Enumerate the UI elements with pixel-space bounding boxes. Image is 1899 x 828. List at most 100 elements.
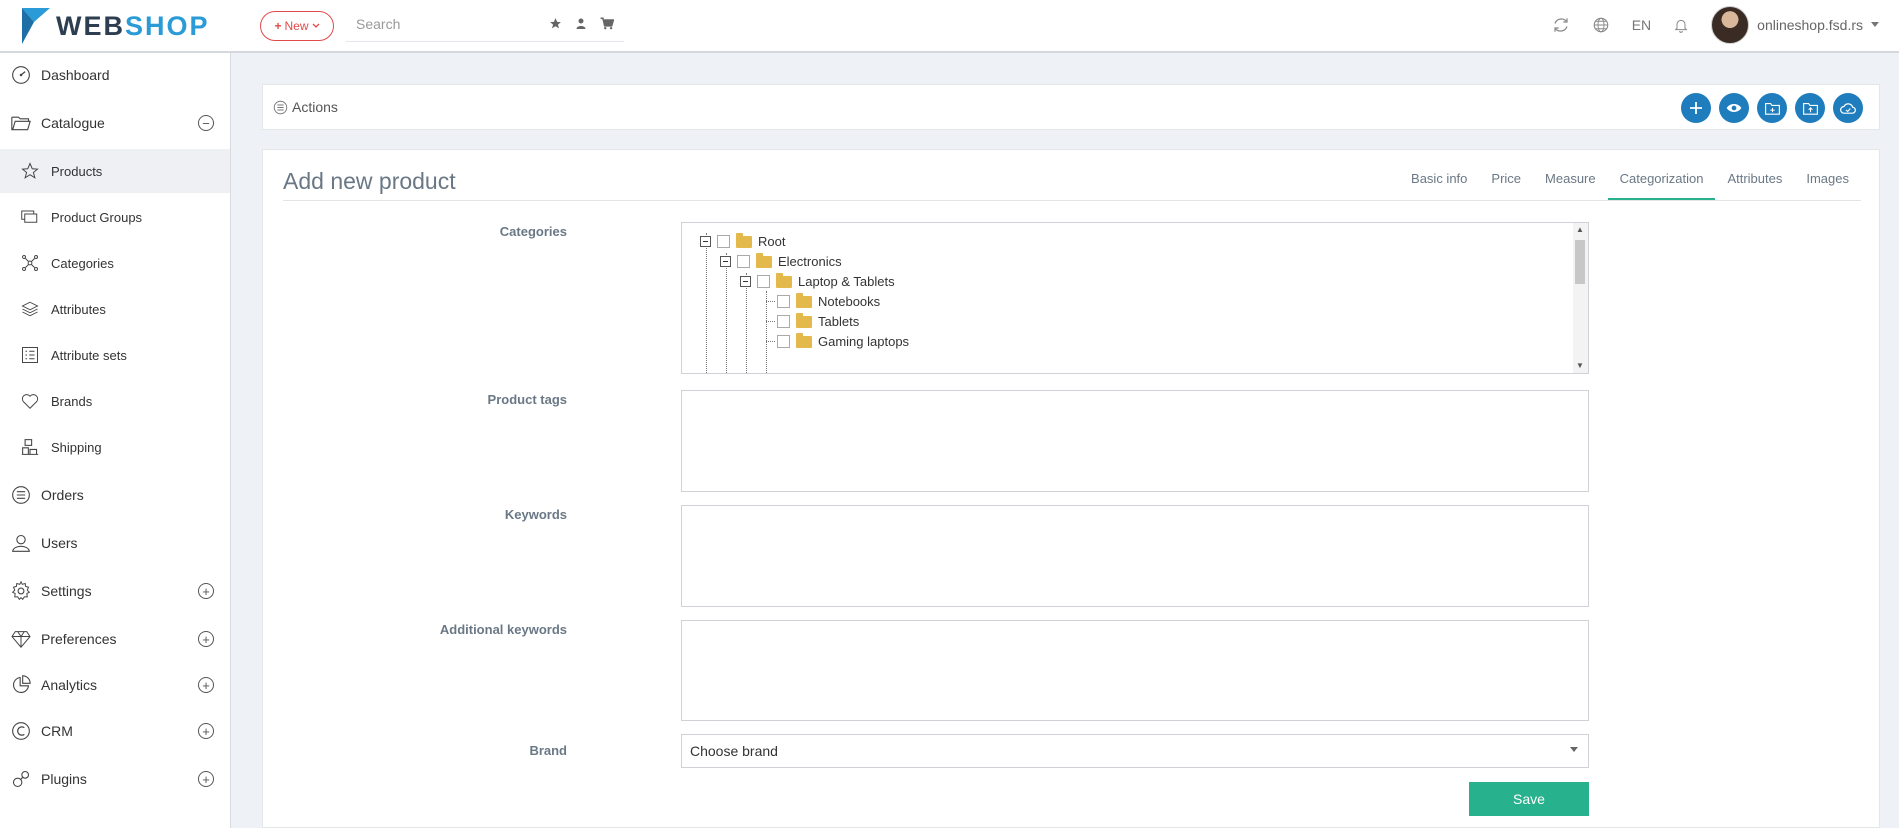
- tree-connector: [766, 321, 775, 322]
- sidebar-item-label: Product Groups: [51, 209, 143, 225]
- category-checkbox[interactable]: [777, 334, 790, 348]
- sidebar-item-brands[interactable]: Brands: [0, 379, 230, 423]
- sidebar-item-label: Dashboard: [41, 67, 110, 83]
- category-checkbox[interactable]: [777, 314, 790, 328]
- scroll-up-icon[interactable]: ▲: [1576, 225, 1584, 234]
- collapse-icon[interactable]: [740, 275, 751, 287]
- crm-icon: [10, 720, 32, 742]
- folder-upload-button[interactable]: [1795, 93, 1825, 123]
- sidebar-item-label: Categories: [51, 255, 114, 271]
- sidebar-item-label: Orders: [41, 487, 84, 503]
- categories-label: Categories: [499, 224, 567, 239]
- diamond-icon: [10, 628, 32, 650]
- menu-circle-icon: [273, 100, 288, 114]
- folder-button[interactable]: [1757, 93, 1787, 123]
- sidebar-item-preferences[interactable]: Preferences +: [0, 617, 230, 661]
- tree-connector: [766, 291, 767, 373]
- sidebar-item-products[interactable]: Products: [0, 149, 230, 193]
- collapse-toggle[interactable]: −: [198, 115, 214, 131]
- actions-menu[interactable]: Actions: [273, 99, 338, 115]
- heart-icon: [19, 390, 41, 412]
- sidebar-item-catalogue[interactable]: Catalogue −: [0, 101, 230, 145]
- sidebar-item-crm[interactable]: CRM +: [0, 709, 230, 753]
- folder-icon: [756, 253, 772, 268]
- star-icon[interactable]: [549, 17, 562, 30]
- sidebar-item-label: Analytics: [41, 677, 98, 693]
- category-checkbox[interactable]: [717, 234, 730, 248]
- save-button[interactable]: Save: [1469, 782, 1589, 816]
- keywords-input[interactable]: [681, 505, 1589, 607]
- sidebar-item-product-groups[interactable]: Product Groups: [0, 195, 230, 239]
- brand-label: Brand: [529, 743, 567, 758]
- top-bar: WEBSHOP + New EN onlineshop.fsd.rs: [0, 0, 1899, 53]
- sidebar-item-label: Attribute sets: [51, 347, 127, 363]
- tab-bar: Basic info Price Measure Categorization …: [1399, 164, 1861, 201]
- tree-node-root[interactable]: Root: [700, 231, 785, 251]
- cloud-save-button[interactable]: [1833, 93, 1863, 123]
- collapse-icon[interactable]: [700, 235, 711, 247]
- tab-categorization[interactable]: Categorization: [1607, 164, 1716, 201]
- scroll-down-icon[interactable]: ▼: [1576, 361, 1584, 370]
- sidebar-item-orders[interactable]: Orders: [0, 473, 230, 517]
- logo-mark-icon: [22, 8, 50, 44]
- layers-icon: [19, 298, 41, 320]
- new-button[interactable]: + New: [260, 11, 334, 41]
- brand-select[interactable]: Choose brand: [681, 734, 1589, 768]
- collapse-icon[interactable]: [720, 255, 731, 267]
- tree-scrollbar[interactable]: ▲ ▼: [1573, 223, 1588, 373]
- tab-price[interactable]: Price: [1479, 164, 1533, 201]
- category-checkbox[interactable]: [737, 254, 750, 268]
- sidebar-item-settings[interactable]: Settings +: [0, 569, 230, 613]
- language-switch[interactable]: EN: [1632, 17, 1651, 33]
- scroll-thumb[interactable]: [1575, 240, 1585, 284]
- add-button[interactable]: [1681, 93, 1711, 123]
- keywords-label: Keywords: [504, 507, 567, 522]
- tree-connector: [706, 233, 707, 373]
- tab-images[interactable]: Images: [1794, 164, 1861, 201]
- tree-node-electronics[interactable]: Electronics: [720, 251, 842, 271]
- product-tags-label: Product tags: [487, 392, 567, 407]
- additional-keywords-input[interactable]: [681, 620, 1589, 721]
- expand-toggle[interactable]: +: [198, 583, 214, 599]
- sidebar-item-categories[interactable]: Categories: [0, 241, 230, 285]
- category-checkbox[interactable]: [777, 294, 790, 308]
- sidebar-item-plugins[interactable]: Plugins +: [0, 757, 230, 801]
- sidebar-item-users[interactable]: Users: [0, 521, 230, 565]
- user-icon[interactable]: [575, 17, 587, 30]
- plugins-icon: [10, 768, 32, 790]
- expand-toggle[interactable]: +: [198, 723, 214, 739]
- search-input[interactable]: [346, 8, 536, 40]
- sidebar-item-shipping[interactable]: Shipping: [0, 425, 230, 469]
- sidebar-item-attributes[interactable]: Attributes: [0, 287, 230, 331]
- expand-toggle[interactable]: +: [198, 677, 214, 693]
- search-bar: [346, 8, 624, 42]
- tab-attributes[interactable]: Attributes: [1715, 164, 1794, 201]
- sidebar-item-attribute-sets[interactable]: Attribute sets: [0, 333, 230, 377]
- tree-node-tablets[interactable]: Tablets: [777, 311, 859, 331]
- gear-icon: [10, 580, 32, 602]
- tree-node-gaming-laptops[interactable]: Gaming laptops: [777, 331, 909, 351]
- webshop-logo[interactable]: WEBSHOP: [22, 6, 210, 46]
- refresh-icon[interactable]: [1552, 16, 1570, 34]
- categories-icon: [19, 252, 41, 274]
- product-tags-input[interactable]: [681, 390, 1589, 492]
- tree-connector: [766, 341, 775, 342]
- tree-node-laptop-tablets[interactable]: Laptop & Tablets: [740, 271, 895, 291]
- sidebar-item-dashboard[interactable]: Dashboard: [0, 53, 230, 97]
- bell-icon[interactable]: [1673, 16, 1689, 34]
- tab-basic-info[interactable]: Basic info: [1399, 164, 1479, 201]
- expand-toggle[interactable]: +: [198, 631, 214, 647]
- category-checkbox[interactable]: [757, 274, 770, 288]
- new-button-label: New: [284, 19, 309, 33]
- user-menu[interactable]: onlineshop.fsd.rs: [1711, 6, 1879, 44]
- list-icon: [19, 344, 41, 366]
- page-title: Add new product: [283, 168, 456, 194]
- preview-button[interactable]: [1719, 93, 1749, 123]
- globe-icon[interactable]: [1592, 16, 1610, 34]
- cart-icon[interactable]: [600, 17, 614, 30]
- tree-node-notebooks[interactable]: Notebooks: [777, 291, 880, 311]
- sidebar-item-analytics[interactable]: Analytics +: [0, 663, 230, 707]
- plus-icon: +: [274, 19, 282, 33]
- expand-toggle[interactable]: +: [198, 771, 214, 787]
- tab-measure[interactable]: Measure: [1533, 164, 1608, 201]
